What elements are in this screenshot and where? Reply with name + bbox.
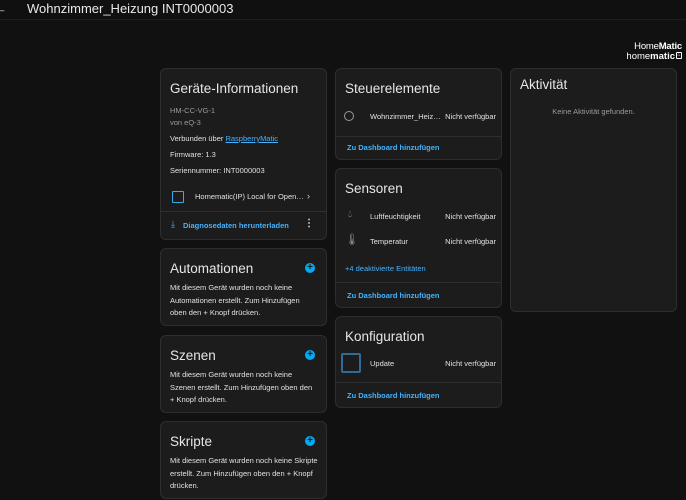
entity-row[interactable]: 🌡︎ Temperatur Nicht verfügbar	[336, 232, 501, 250]
automations-empty-text: Mit diesem Gerät wurden noch keine Autom…	[170, 283, 300, 317]
entity-name: Update	[370, 359, 395, 368]
add-to-dashboard-button[interactable]: Zu Dashboard hinzufügen	[347, 291, 440, 300]
scenes-card: Szenen + Mit diesem Gerät wurden noch ke…	[160, 335, 327, 413]
entity-state: Nicht verfügbar	[445, 237, 496, 246]
entity-row[interactable]: Wohnzimmer_Heiz… Nicht verfügbar	[336, 107, 501, 125]
entity-state: Nicht verfügbar	[445, 359, 496, 368]
card-title: Szenen	[170, 348, 216, 363]
activity-empty-text: Keine Aktivität gefunden.	[552, 107, 635, 116]
scripts-empty-text: Mit diesem Gerät wurden noch keine Skrip…	[170, 456, 318, 490]
download-icon: ⤓	[171, 219, 175, 229]
add-to-dashboard-button[interactable]: Zu Dashboard hinzufügen	[347, 143, 440, 152]
device-info-card: Geräte-Informationen HM-CC-VG-1 von eQ-3…	[160, 68, 327, 240]
thermostat-icon	[344, 111, 354, 121]
entity-state: Nicht verfügbar	[445, 112, 496, 121]
more-vert-icon[interactable]: ⋮	[304, 219, 314, 229]
sensors-card: Sensoren 💧︎ Luftfeuchtigkeit Nicht verfü…	[335, 168, 502, 308]
entity-state: Nicht verfügbar	[445, 212, 496, 221]
update-icon	[341, 353, 361, 373]
thermometer-icon: 🌡︎	[345, 234, 359, 246]
serial-number: Seriennummer: INT0000003	[170, 166, 265, 175]
firmware: Firmware: 1.3	[170, 150, 216, 159]
card-title: Steuerelemente	[345, 81, 441, 96]
water-percent-icon: 💧︎	[348, 209, 352, 220]
add-scene-button[interactable]: +	[305, 350, 315, 360]
chevron-right-icon: ›	[307, 191, 310, 201]
card-title: Aktivität	[520, 77, 568, 92]
download-diagnostics-button[interactable]: Diagnosedaten herunterladen	[183, 221, 289, 230]
card-title: Geräte-Informationen	[170, 81, 299, 96]
card-title: Automationen	[170, 261, 254, 276]
entity-name: Luftfeuchtigkeit	[370, 212, 421, 221]
device-manufacturer: von eQ-3	[170, 118, 201, 127]
controls-card: Steuerelemente Wohnzimmer_Heiz… Nicht ve…	[335, 68, 502, 160]
automations-card: Automationen + Mit diesem Gerät wurden n…	[160, 248, 327, 326]
raspberrymatic-link[interactable]: RaspberryMatic	[225, 134, 278, 143]
integration-logo-icon	[172, 191, 184, 203]
page-title: Wohnzimmer_Heizung INT0000003	[27, 1, 234, 16]
card-title: Konfiguration	[345, 329, 425, 344]
card-title: Sensoren	[345, 181, 403, 196]
scenes-empty-text: Mit diesem Gerät wurden noch keine Szene…	[170, 370, 313, 404]
connected-via: Verbunden über RaspberryMatic	[170, 134, 278, 143]
integration-name: Homematic(IP) Local for Open…	[195, 192, 304, 201]
arrow-left-icon[interactable]: ←	[0, 1, 8, 17]
card-title: Skripte	[170, 434, 213, 449]
entity-name: Wohnzimmer_Heiz…	[370, 112, 441, 121]
disabled-entities-link[interactable]: +4 deaktivierte Entitäten	[345, 264, 426, 273]
integration-row[interactable]: Homematic(IP) Local for Open… ›	[161, 187, 326, 207]
homematic-logo: HomeMatic homematic ⌂	[626, 41, 682, 62]
scripts-card: Skripte + Mit diesem Gerät wurden noch k…	[160, 421, 327, 499]
top-app-bar: ← Wohnzimmer_Heizung INT0000003	[0, 0, 686, 20]
add-script-button[interactable]: +	[305, 436, 315, 446]
activity-card: Aktivität Keine Aktivität gefunden.	[510, 68, 677, 312]
entity-row[interactable]: 💧︎ Luftfeuchtigkeit Nicht verfügbar	[336, 207, 501, 225]
homematic-badge-icon: ⌂	[676, 52, 682, 59]
add-to-dashboard-button[interactable]: Zu Dashboard hinzufügen	[347, 391, 440, 400]
entity-row[interactable]: Update Nicht verfügbar	[336, 353, 501, 375]
add-automation-button[interactable]: +	[305, 263, 315, 273]
configuration-card: Konfiguration Update Nicht verfügbar Zu …	[335, 316, 502, 408]
entity-name: Temperatur	[370, 237, 408, 246]
device-model: HM-CC-VG-1	[170, 106, 215, 115]
